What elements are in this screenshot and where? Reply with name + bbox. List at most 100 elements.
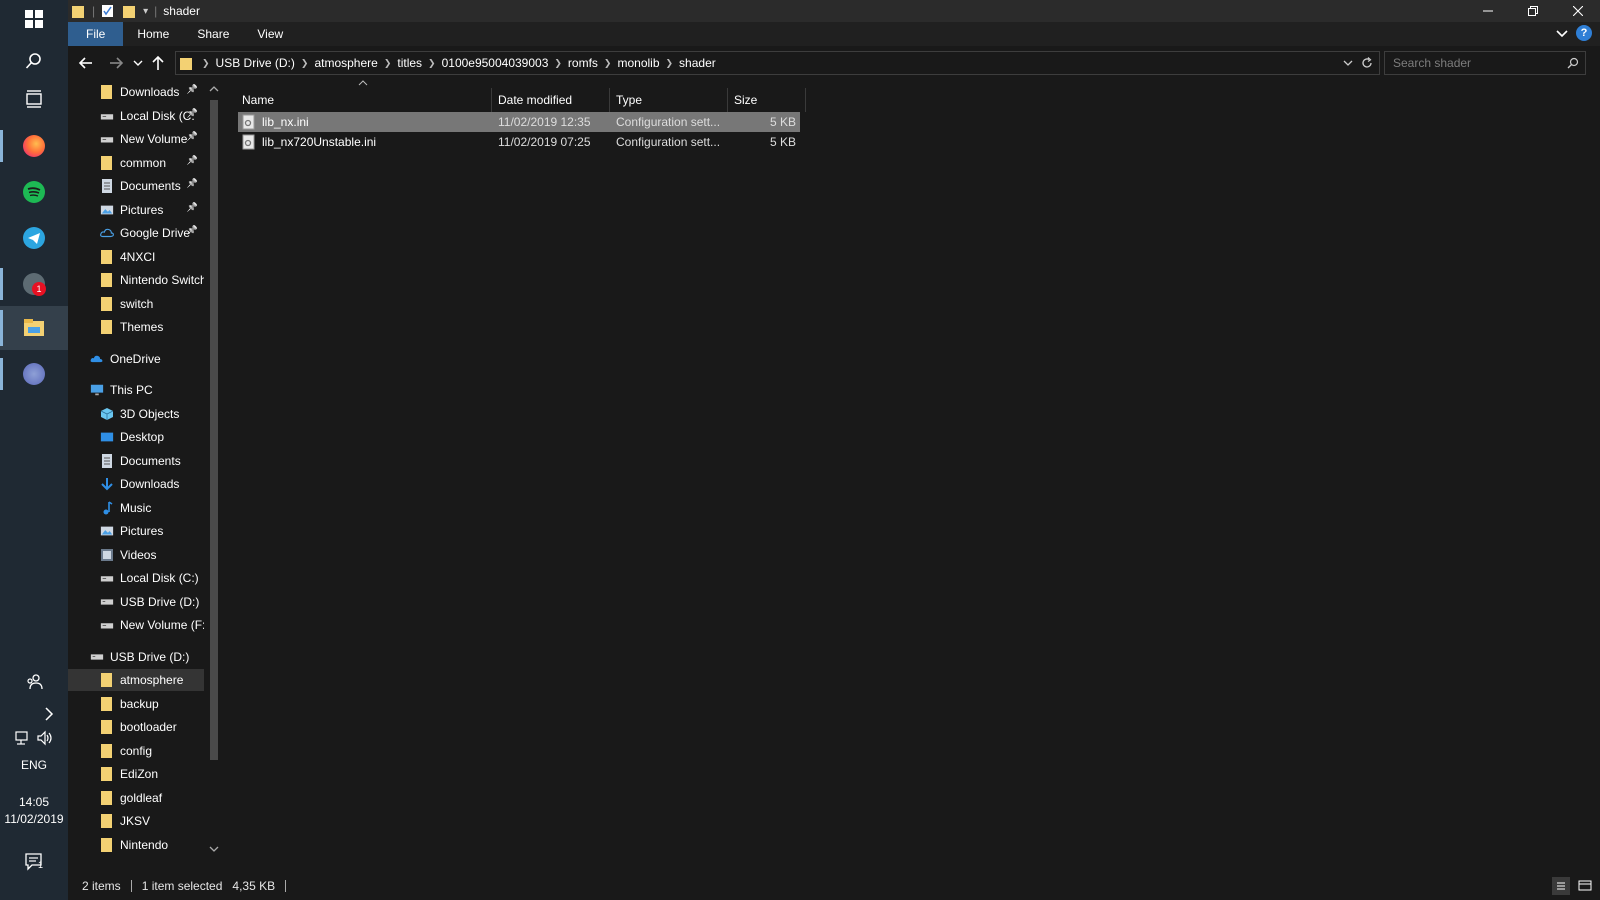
tab-share[interactable]: Share: [183, 22, 243, 46]
taskbar-file-explorer[interactable]: [0, 306, 68, 350]
breadcrumb-separator[interactable]: ❯: [666, 58, 674, 69]
nav-item-downloads[interactable]: Downloads 📌: [68, 81, 204, 103]
nav-item-backup[interactable]: backup: [68, 693, 204, 715]
breadcrumb-separator[interactable]: ❯: [554, 58, 562, 69]
nav-item-this-pc[interactable]: This PC: [68, 379, 204, 401]
table-row[interactable]: lib_nx720Unstable.ini 11/02/2019 07:25 C…: [238, 132, 800, 152]
nav-item-music[interactable]: Music: [68, 497, 204, 519]
show-hidden-icons-button[interactable]: [0, 702, 68, 726]
help-icon[interactable]: ?: [1576, 25, 1592, 41]
nav-item-common[interactable]: common 📌: [68, 152, 204, 174]
nav-item-goldleaf[interactable]: goldleaf: [68, 787, 204, 809]
nav-item-desktop[interactable]: Desktop: [68, 426, 204, 448]
task-view-button[interactable]: [0, 86, 68, 112]
nav-item-config[interactable]: config: [68, 740, 204, 762]
column-header-size[interactable]: Size: [728, 88, 806, 112]
new-folder-icon[interactable]: [123, 4, 137, 18]
language-indicator[interactable]: ENG: [0, 758, 68, 772]
nav-item-switch[interactable]: switch: [68, 293, 204, 315]
volume-icon[interactable]: [36, 730, 54, 746]
taskbar-bittorrent[interactable]: [0, 354, 68, 394]
nav-item-local-disk-c[interactable]: Local Disk (C:): [68, 567, 204, 589]
column-header-name[interactable]: Name: [236, 88, 492, 112]
up-icon[interactable]: [150, 55, 166, 71]
taskbar-telegram[interactable]: [0, 218, 68, 258]
customize-qat-icon[interactable]: ▾: [143, 6, 148, 17]
forward-icon[interactable]: [108, 55, 124, 71]
breadcrumb-separator[interactable]: ❯: [301, 58, 309, 69]
breadcrumb-separator[interactable]: ❯: [384, 58, 392, 69]
search-button[interactable]: [0, 48, 68, 74]
nav-item-onedrive[interactable]: OneDrive: [68, 348, 204, 370]
details-view-button[interactable]: [1552, 877, 1570, 895]
taskbar-firefox[interactable]: [0, 126, 68, 166]
maximize-button[interactable]: [1510, 0, 1555, 22]
table-row[interactable]: lib_nx.ini 11/02/2019 12:35 Configuratio…: [238, 112, 800, 132]
clock-date[interactable]: 11/02/2019: [0, 812, 68, 826]
nav-item-4nxci[interactable]: 4NXCI: [68, 246, 204, 268]
properties-icon[interactable]: [101, 4, 115, 18]
search-icon[interactable]: [1567, 57, 1579, 69]
start-button[interactable]: [0, 6, 68, 32]
search-box[interactable]: [1384, 51, 1586, 75]
nav-item-usb-drive-d[interactable]: USB Drive (D:): [68, 591, 204, 613]
refresh-icon[interactable]: [1361, 57, 1373, 69]
address-bar[interactable]: ❯ USB Drive (D:) ❯ atmosphere ❯ titles ❯…: [175, 51, 1380, 75]
close-button[interactable]: [1555, 0, 1600, 22]
breadcrumb-title-id[interactable]: 0100e95004039003: [436, 56, 555, 70]
action-center-button[interactable]: 1: [0, 848, 68, 876]
nav-item-new-volume[interactable]: New Volume 📌: [68, 128, 204, 150]
windows-icon: [25, 10, 43, 28]
nav-item-nintendo-switch[interactable]: Nintendo Switch: [68, 269, 204, 291]
breadcrumb-separator[interactable]: ❯: [202, 58, 210, 69]
firefox-icon: [23, 135, 45, 157]
nav-item-bootloader[interactable]: bootloader: [68, 716, 204, 738]
nav-item-3d-objects[interactable]: 3D Objects: [68, 403, 204, 425]
scroll-down-icon[interactable]: [208, 844, 220, 854]
nav-item-local-disk-c[interactable]: Local Disk (C: 📌: [68, 105, 204, 127]
recent-locations-icon[interactable]: [133, 58, 143, 68]
nav-item-edizon[interactable]: EdiZon: [68, 763, 204, 785]
column-header-type[interactable]: Type: [610, 88, 728, 112]
scrollbar-thumb[interactable]: [210, 100, 218, 760]
large-icons-view-button[interactable]: [1576, 877, 1594, 895]
nav-item-pictures[interactable]: Pictures: [68, 520, 204, 542]
breadcrumb-shader[interactable]: shader: [673, 56, 722, 70]
nav-item-usb-drive-d[interactable]: USB Drive (D:): [68, 646, 204, 668]
clock-time[interactable]: 14:05: [0, 795, 68, 809]
back-icon[interactable]: [78, 55, 94, 71]
breadcrumb-monolib[interactable]: monolib: [611, 56, 665, 70]
nav-item-videos[interactable]: Videos: [68, 544, 204, 566]
nav-item-downloads[interactable]: Downloads: [68, 473, 204, 495]
tab-home[interactable]: Home: [123, 22, 183, 46]
nav-item-themes[interactable]: Themes: [68, 316, 204, 338]
nav-item-documents[interactable]: Documents 📌: [68, 175, 204, 197]
tab-file[interactable]: File: [68, 22, 124, 46]
nav-item-label: Documents: [120, 179, 181, 193]
column-header-date-modified[interactable]: Date modified: [492, 88, 610, 112]
navigation-scrollbar[interactable]: [208, 80, 220, 872]
people-button[interactable]: [0, 670, 68, 694]
network-icon[interactable]: [14, 730, 30, 746]
nav-item-nintendo[interactable]: Nintendo: [68, 834, 204, 856]
scroll-up-icon[interactable]: [208, 84, 220, 94]
minimize-button[interactable]: [1465, 0, 1510, 22]
search-input[interactable]: [1385, 52, 1565, 74]
breadcrumb-atmosphere[interactable]: atmosphere: [308, 56, 383, 70]
nav-item-jksv[interactable]: JKSV: [68, 810, 204, 832]
breadcrumb-separator[interactable]: ❯: [604, 58, 612, 69]
breadcrumb-separator[interactable]: ❯: [428, 58, 436, 69]
nav-item-new-volume-f[interactable]: New Volume (F:): [68, 614, 204, 636]
chevron-down-icon[interactable]: [1556, 27, 1568, 39]
nav-item-google-drive[interactable]: Google Drive 📌: [68, 222, 204, 244]
nav-item-atmosphere[interactable]: atmosphere: [68, 669, 204, 691]
taskbar-spotify[interactable]: [0, 172, 68, 212]
breadcrumb-romfs[interactable]: romfs: [562, 56, 604, 70]
tab-view[interactable]: View: [243, 22, 297, 46]
nav-item-documents[interactable]: Documents: [68, 450, 204, 472]
breadcrumb-titles[interactable]: titles: [391, 56, 428, 70]
taskbar-whatsapp[interactable]: 1: [0, 264, 68, 304]
nav-item-pictures[interactable]: Pictures 📌: [68, 199, 204, 221]
chevron-down-icon[interactable]: [1343, 58, 1353, 68]
breadcrumb-usb-drive[interactable]: USB Drive (D:): [210, 56, 301, 70]
